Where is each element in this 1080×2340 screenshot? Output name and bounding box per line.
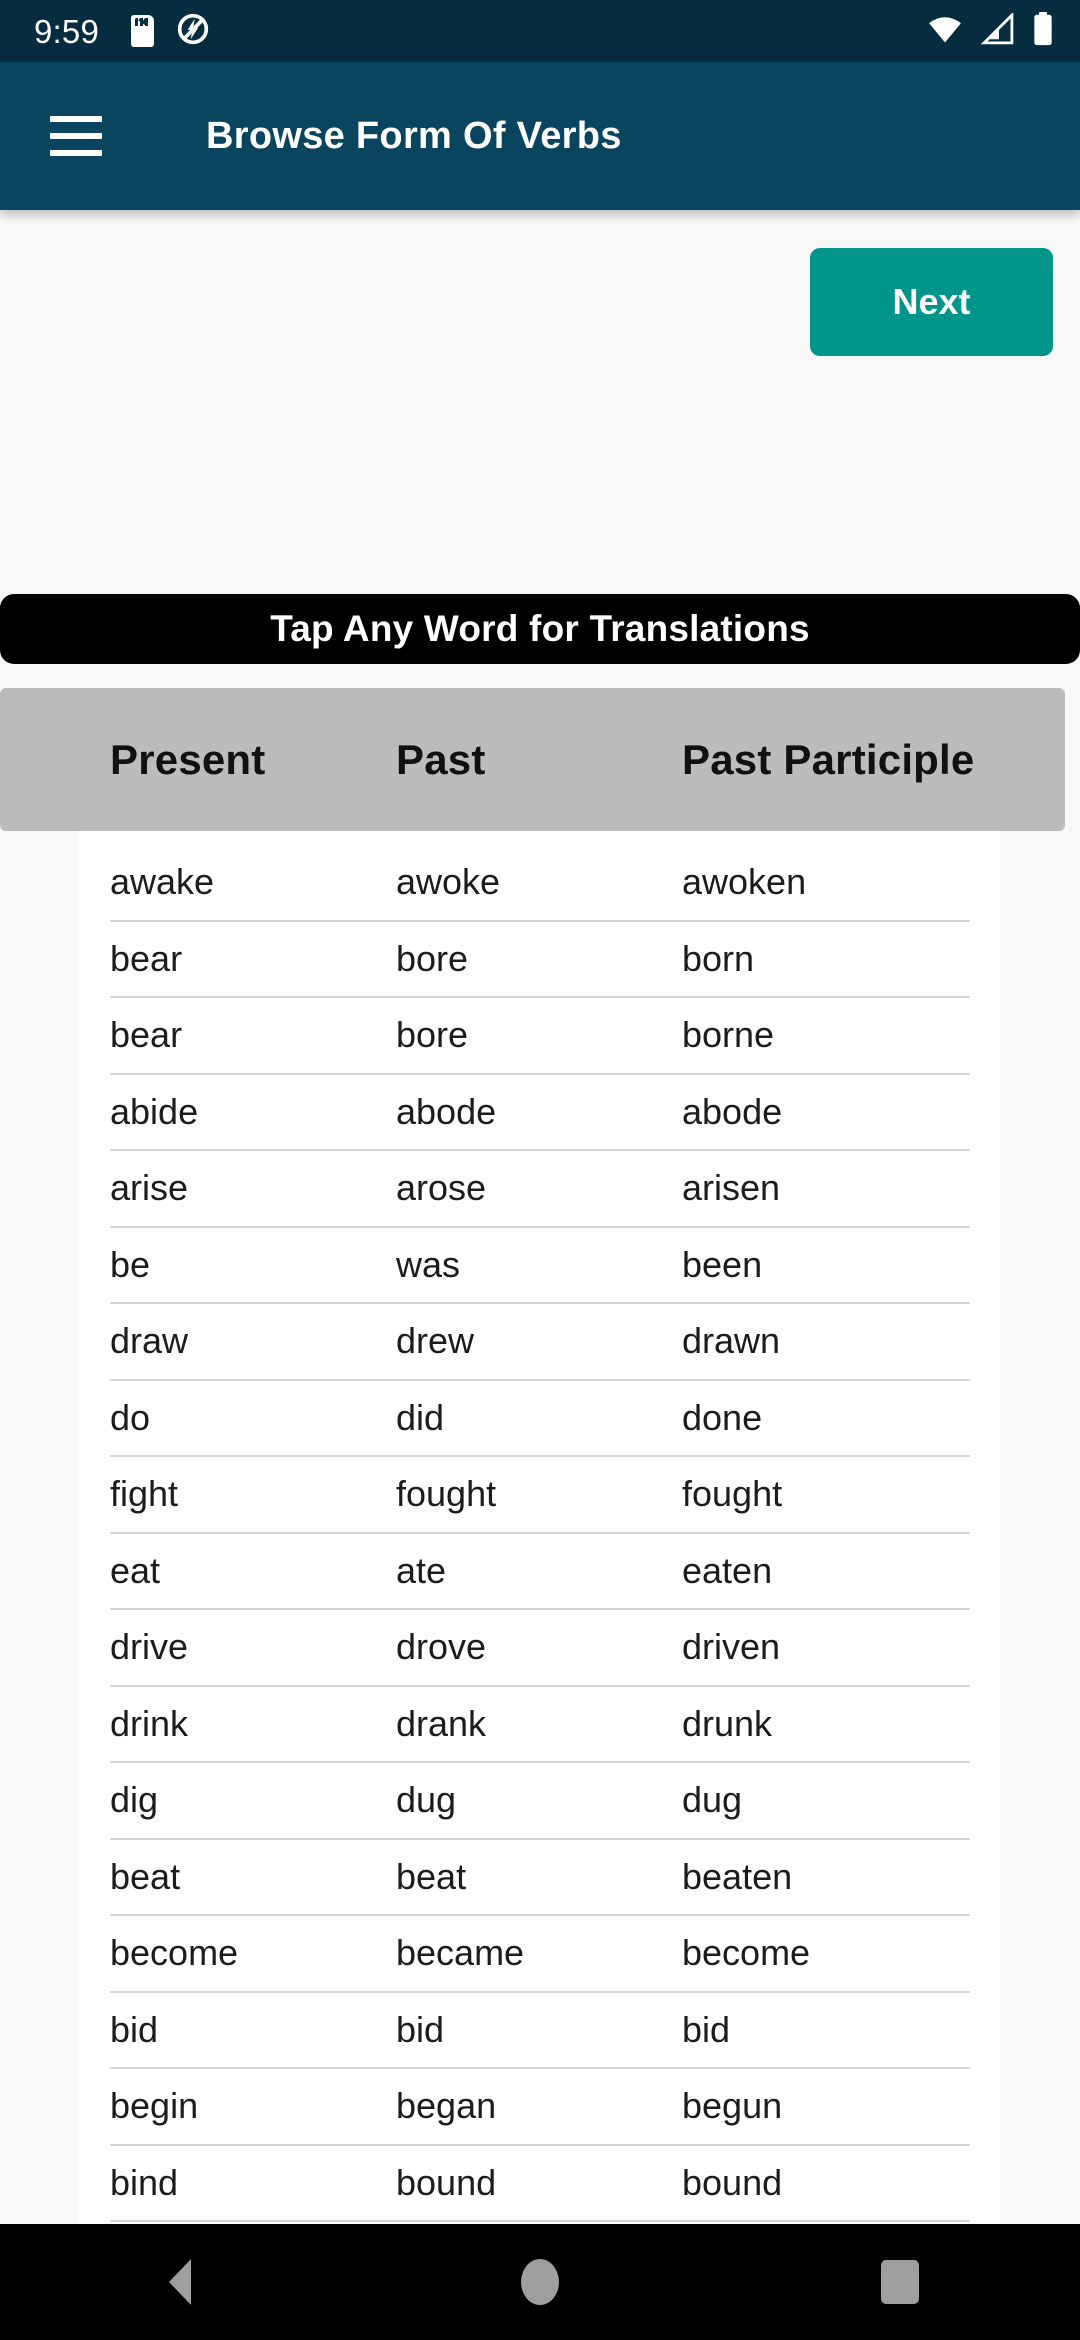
table-row: awake awoke awoken	[110, 845, 970, 922]
hamburger-menu-icon[interactable]	[50, 116, 102, 156]
battery-icon	[1032, 11, 1054, 51]
cellular-signal-icon	[980, 11, 1015, 50]
verb-cell[interactable]: beat	[396, 1856, 466, 1898]
home-circle-icon[interactable]	[480, 2224, 600, 2340]
verb-cell[interactable]: fought	[396, 1473, 496, 1515]
verb-cell[interactable]: drive	[110, 1626, 188, 1668]
verb-cell[interactable]: arise	[110, 1167, 188, 1209]
verb-cell[interactable]: drew	[396, 1320, 474, 1362]
table-row: beat beat beaten	[110, 1840, 970, 1916]
verb-cell[interactable]: draw	[110, 1320, 188, 1362]
table-row: arise arose arisen	[110, 1151, 970, 1228]
table-row: eat ate eaten	[110, 1534, 970, 1610]
verb-cell[interactable]: bid	[396, 2009, 444, 2051]
verb-cell[interactable]: bound	[682, 2162, 782, 2204]
verb-cell[interactable]: born	[682, 938, 754, 980]
column-header-present: Present	[110, 735, 266, 783]
verb-cell[interactable]: eaten	[682, 1550, 772, 1592]
verb-cell[interactable]: abode	[396, 1091, 496, 1133]
phone-screen: 9:59 Browse Form Of Verbs Next Tap Any W…	[0, 0, 1080, 2340]
wifi-icon	[926, 14, 964, 49]
table-row: fight fought fought	[110, 1457, 970, 1534]
verb-cell[interactable]: awake	[110, 861, 214, 903]
table-row: dig dug dug	[110, 1763, 970, 1840]
verb-cell[interactable]: drunk	[682, 1703, 772, 1745]
table-row: bear bore borne	[110, 998, 970, 1075]
page-title: Browse Form Of Verbs	[206, 114, 622, 157]
verb-cell[interactable]: become	[682, 1932, 810, 1974]
verb-cell[interactable]: arisen	[682, 1167, 780, 1209]
verb-cell[interactable]: bore	[396, 938, 468, 980]
verb-cell[interactable]: began	[396, 2085, 496, 2127]
sdcard-contacts	[135, 19, 149, 26]
verb-cell[interactable]: abode	[682, 1091, 782, 1133]
verb-cell[interactable]: awoke	[396, 861, 500, 903]
table-row: do did done	[110, 1381, 970, 1457]
column-header-past: Past	[396, 735, 486, 783]
verb-cell[interactable]: did	[396, 1397, 444, 1439]
table-row: drink drank drunk	[110, 1687, 970, 1763]
back-triangle-icon[interactable]	[120, 2224, 240, 2340]
tap-for-translations-banner: Tap Any Word for Translations	[0, 594, 1080, 664]
verb-cell[interactable]: awoken	[682, 861, 806, 903]
verb-cell[interactable]: begin	[110, 2085, 198, 2127]
verbs-table-header: Present Past Past Participle	[0, 688, 1065, 831]
verb-cell[interactable]: drank	[396, 1703, 486, 1745]
status-bar: 9:59	[0, 0, 1080, 62]
verb-cell[interactable]: bid	[682, 2009, 730, 2051]
verb-cell[interactable]: arose	[396, 1167, 486, 1209]
verb-cell[interactable]: drove	[396, 1626, 486, 1668]
verb-cell[interactable]: dug	[396, 1779, 456, 1821]
verb-cell[interactable]: abide	[110, 1091, 198, 1133]
verb-cell[interactable]: bound	[396, 2162, 496, 2204]
verb-cell[interactable]: drink	[110, 1703, 188, 1745]
verb-cell[interactable]: done	[682, 1397, 762, 1439]
verb-cell[interactable]: borne	[682, 1014, 774, 1056]
app-bar: Browse Form Of Verbs	[0, 62, 1080, 210]
column-header-past-participle: Past Participle	[682, 735, 975, 783]
verb-cell[interactable]: ate	[396, 1550, 446, 1592]
no-flash-icon	[176, 12, 210, 51]
verb-cell[interactable]: dig	[110, 1779, 158, 1821]
status-left-icons	[131, 12, 210, 51]
verb-cell[interactable]: bind	[110, 2162, 178, 2204]
next-button[interactable]: Next	[810, 248, 1053, 356]
verb-cell[interactable]: beaten	[682, 1856, 792, 1898]
table-row: drive drove driven	[110, 1610, 970, 1687]
verb-cell[interactable]: bid	[110, 2009, 158, 2051]
verbs-table-body: awake awoke awoken bear bore born bear bore born…	[78, 831, 1000, 2320]
verb-cell[interactable]: drawn	[682, 1320, 780, 1362]
verb-cell[interactable]: do	[110, 1397, 150, 1439]
sdcard-icon	[131, 15, 155, 47]
status-time: 9:59	[34, 12, 100, 50]
verb-cell[interactable]: fought	[682, 1473, 782, 1515]
main-content: Next Tap Any Word for Translations Prese…	[0, 210, 1080, 2320]
verb-cell[interactable]: be	[110, 1244, 150, 1286]
table-row: abide abode abode	[110, 1075, 970, 1151]
verb-cell[interactable]: became	[396, 1932, 524, 1974]
table-row: bear bore born	[110, 922, 970, 998]
verb-cell[interactable]: driven	[682, 1626, 780, 1668]
table-row: bind bound bound	[110, 2146, 970, 2222]
verb-cell[interactable]: dug	[682, 1779, 742, 1821]
table-row: be was been	[110, 1228, 970, 1304]
verb-cell[interactable]: beat	[110, 1856, 180, 1898]
verb-cell[interactable]: bore	[396, 1014, 468, 1056]
verb-cell[interactable]: was	[396, 1244, 460, 1286]
verb-cell[interactable]: been	[682, 1244, 762, 1286]
verb-cell[interactable]: bear	[110, 1014, 182, 1056]
verb-cell[interactable]: fight	[110, 1473, 178, 1515]
verb-cell[interactable]: become	[110, 1932, 238, 1974]
status-right-icons	[926, 11, 1054, 51]
android-navigation-bar	[0, 2224, 1080, 2340]
table-row: bid bid bid	[110, 1993, 970, 2069]
table-row: draw drew drawn	[110, 1304, 970, 1381]
verb-cell[interactable]: bear	[110, 938, 182, 980]
verb-cell[interactable]: begun	[682, 2085, 782, 2127]
recents-square-icon[interactable]	[840, 2224, 960, 2340]
table-row: become became become	[110, 1916, 970, 1993]
table-row: begin began begun	[110, 2069, 970, 2146]
verb-cell[interactable]: eat	[110, 1550, 160, 1592]
